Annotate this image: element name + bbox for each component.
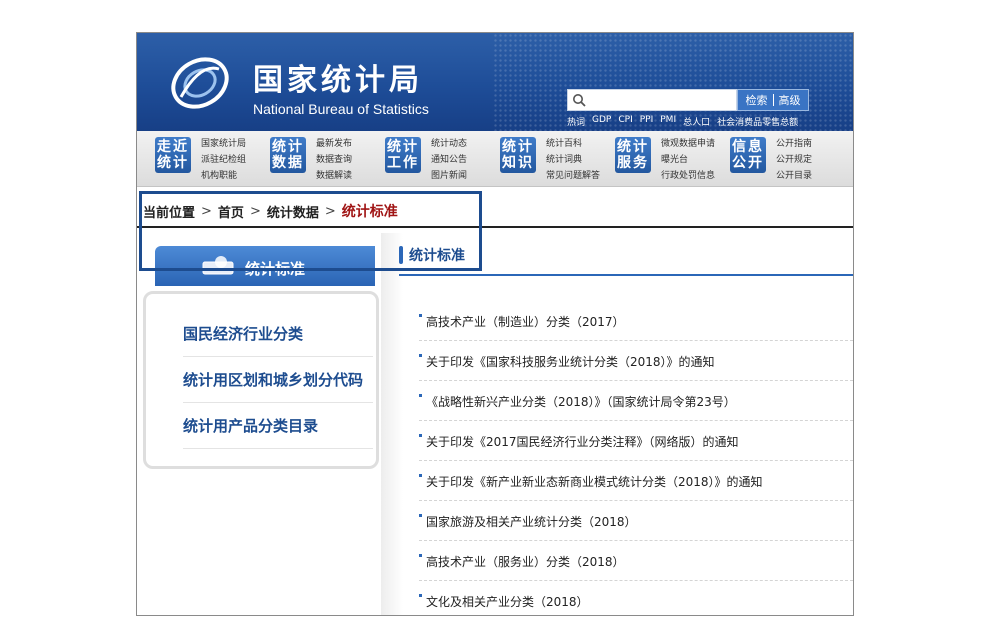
nav-link[interactable]: 通知公告 bbox=[431, 153, 467, 167]
list-link[interactable]: 关于印发《国家科技服务业统计分类（2018）》的通知 bbox=[426, 353, 715, 370]
search-input[interactable] bbox=[588, 92, 732, 108]
hotword-link[interactable]: GDP bbox=[592, 115, 611, 128]
column-divider bbox=[381, 233, 403, 615]
content-title-rule bbox=[399, 274, 853, 276]
list-item: 国家旅游及相关产业统计分类（2018） bbox=[419, 501, 853, 541]
nav-link[interactable]: 行政处罚信息 bbox=[661, 169, 715, 183]
nav-badge-disclosure[interactable]: 信息 公开 bbox=[730, 137, 766, 173]
nav-link[interactable]: 统计百科 bbox=[546, 137, 600, 151]
content-title-text: 统计标准 bbox=[409, 248, 465, 264]
search-icon bbox=[573, 94, 586, 107]
list-link[interactable]: 关于印发《2017国民经济行业分类注释》（网络版）的通知 bbox=[426, 433, 739, 450]
search-button[interactable]: 检索 bbox=[741, 92, 773, 108]
bullet-icon bbox=[419, 314, 422, 317]
hotword-link[interactable]: 社会消费品零售总额 bbox=[717, 115, 798, 128]
content-title: 统计标准 bbox=[399, 245, 465, 265]
nav-link[interactable]: 机构职能 bbox=[201, 169, 246, 183]
main-nav: 走近 统计 国家统计局 派驻纪检组 机构职能 统计 数据 最新发布 数据查询 数… bbox=[137, 131, 853, 187]
list-link[interactable]: 高技术产业（制造业）分类（2017） bbox=[426, 313, 625, 330]
nav-link[interactable]: 最新发布 bbox=[316, 137, 352, 151]
list-item: 关于印发《新产业新业态新商业模式统计分类（2018）》的通知 bbox=[419, 461, 853, 501]
nav-link[interactable]: 公开目录 bbox=[776, 169, 812, 183]
advanced-search-button[interactable]: 高级 bbox=[774, 92, 806, 108]
nav-link[interactable]: 国家统计局 bbox=[201, 137, 246, 151]
search-buttons: 检索 高级 bbox=[737, 89, 809, 111]
nav-link[interactable]: 曝光台 bbox=[661, 153, 715, 167]
bullet-icon bbox=[419, 434, 422, 437]
nav-link[interactable]: 数据解读 bbox=[316, 169, 352, 183]
list-link[interactable]: 《战略性新兴产业分类（2018）》（国家统计局令第23号） bbox=[426, 393, 736, 410]
nav-badge-knowledge[interactable]: 统计 知识 bbox=[500, 137, 536, 173]
nav-group-data: 统计 数据 最新发布 数据查询 数据解读 bbox=[270, 137, 352, 181]
nav-badge-data[interactable]: 统计 数据 bbox=[270, 137, 306, 173]
nav-link[interactable]: 微观数据申请 bbox=[661, 137, 715, 151]
bullet-icon bbox=[419, 474, 422, 477]
list-link[interactable]: 高技术产业（服务业）分类（2018） bbox=[426, 553, 625, 570]
list-item: 关于印发《2017国民经济行业分类注释》（网络版）的通知 bbox=[419, 421, 853, 461]
hotword-link[interactable]: CPI bbox=[618, 115, 632, 128]
list-item: 文化及相关产业分类（2018） bbox=[419, 581, 853, 615]
search-box bbox=[567, 89, 737, 111]
nav-link[interactable]: 数据查询 bbox=[316, 153, 352, 167]
bullet-icon bbox=[419, 514, 422, 517]
standards-list: 高技术产业（制造业）分类（2017） 关于印发《国家科技服务业统计分类（2018… bbox=[419, 301, 853, 615]
hotword-link[interactable]: PPI bbox=[640, 115, 654, 128]
hotwords-bar: 热词 GDP CPI PPI PMI 总人口 社会消费品零售总额 bbox=[567, 115, 798, 128]
nav-group-knowledge: 统计 知识 统计百科 统计词典 常见问题解答 bbox=[500, 137, 600, 181]
sidebar-item-product-catalog[interactable]: 统计用产品分类目录 bbox=[183, 415, 373, 449]
nbs-logo-icon bbox=[171, 57, 229, 109]
sidebar-item-division-codes[interactable]: 统计用区划和城乡划分代码 bbox=[183, 369, 373, 403]
nav-link[interactable]: 派驻纪检组 bbox=[201, 153, 246, 167]
nav-link[interactable]: 公开指南 bbox=[776, 137, 812, 151]
nav-badge-work[interactable]: 统计 工作 bbox=[385, 137, 421, 173]
list-link[interactable]: 文化及相关产业分类（2018） bbox=[426, 593, 589, 610]
nav-group-work: 统计 工作 统计动态 通知公告 图片新闻 bbox=[385, 137, 467, 181]
list-item: 高技术产业（服务业）分类（2018） bbox=[419, 541, 853, 581]
bullet-icon bbox=[419, 554, 422, 557]
nav-link[interactable]: 统计词典 bbox=[546, 153, 600, 167]
nav-badge-about[interactable]: 走近 统计 bbox=[155, 137, 191, 173]
list-link[interactable]: 国家旅游及相关产业统计分类（2018） bbox=[426, 513, 637, 530]
sidebar-item-industry-classification[interactable]: 国民经济行业分类 bbox=[183, 323, 373, 357]
site-header: 国家统计局 National Bureau of Statistics 检索 高… bbox=[137, 33, 853, 131]
nav-link[interactable]: 图片新闻 bbox=[431, 169, 467, 183]
nav-group-disclosure: 信息 公开 公开指南 公开规定 公开目录 bbox=[730, 137, 812, 181]
nav-link[interactable]: 常见问题解答 bbox=[546, 169, 600, 183]
nav-link[interactable]: 公开规定 bbox=[776, 153, 812, 167]
browser-frame: 国家统计局 National Bureau of Statistics 检索 高… bbox=[136, 32, 854, 616]
nav-link[interactable]: 统计动态 bbox=[431, 137, 467, 151]
list-link[interactable]: 关于印发《新产业新业态新商业模式统计分类（2018）》的通知 bbox=[426, 473, 763, 490]
nav-badge-service[interactable]: 统计 服务 bbox=[615, 137, 651, 173]
bullet-icon bbox=[419, 394, 422, 397]
bullet-icon bbox=[419, 354, 422, 357]
site-subtitle: National Bureau of Statistics bbox=[253, 101, 429, 117]
list-item: 高技术产业（制造业）分类（2017） bbox=[419, 301, 853, 341]
nav-group-service: 统计 服务 微观数据申请 曝光台 行政处罚信息 bbox=[615, 137, 715, 181]
list-item: 关于印发《国家科技服务业统计分类（2018）》的通知 bbox=[419, 341, 853, 381]
hotwords-label: 热词 bbox=[567, 118, 586, 128]
bullet-icon bbox=[419, 594, 422, 597]
site-title[interactable]: 国家统计局 bbox=[253, 55, 423, 99]
hotword-link[interactable]: 总人口 bbox=[683, 115, 710, 128]
list-item: 《战略性新兴产业分类（2018）》（国家统计局令第23号） bbox=[419, 381, 853, 421]
title-marker bbox=[399, 246, 403, 264]
hotword-link[interactable]: PMI bbox=[660, 115, 676, 128]
nav-group-about: 走近 统计 国家统计局 派驻纪检组 机构职能 bbox=[155, 137, 246, 181]
